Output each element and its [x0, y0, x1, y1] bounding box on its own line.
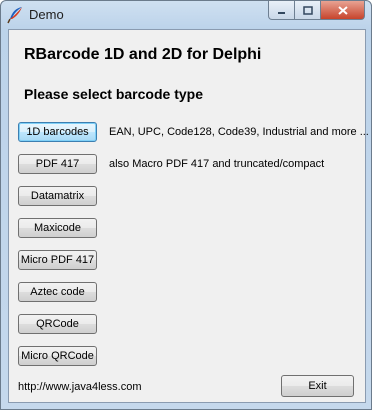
- micro-qrcode-button[interactable]: Micro QRCode: [18, 346, 97, 366]
- close-button[interactable]: [321, 1, 365, 20]
- title-bar[interactable]: Demo: [1, 1, 371, 29]
- 1d-barcodes-description: EAN, UPC, Code128, Code39, Industrial an…: [109, 126, 369, 138]
- page-title: RBarcode 1D and 2D for Delphi: [24, 46, 262, 63]
- minimize-icon: [278, 11, 285, 14]
- website-link[interactable]: http://www.java4less.com: [18, 381, 142, 393]
- close-icon: [337, 5, 348, 15]
- 1d-barcodes-button[interactable]: 1D barcodes: [18, 122, 97, 142]
- app-window: Demo RBarcode 1D and 2D for Delphi Pleas…: [0, 0, 372, 410]
- minimize-button[interactable]: [268, 1, 295, 20]
- client-area: RBarcode 1D and 2D for Delphi Please sel…: [8, 29, 369, 403]
- window-title: Demo: [29, 7, 64, 22]
- aztec-code-button[interactable]: Aztec code: [18, 282, 97, 302]
- pdf417-button[interactable]: PDF 417: [18, 154, 97, 174]
- pdf417-description: also Macro PDF 417 and truncated/compact: [109, 158, 325, 170]
- maximize-icon: [302, 5, 313, 15]
- maximize-button[interactable]: [295, 1, 321, 20]
- exit-button[interactable]: Exit: [281, 375, 354, 397]
- instruction-text: Please select barcode type: [24, 86, 203, 102]
- datamatrix-button[interactable]: Datamatrix: [18, 186, 97, 206]
- feather-icon: [7, 7, 22, 24]
- micro-pdf417-button[interactable]: Micro PDF 417: [18, 250, 97, 270]
- maxicode-button[interactable]: Maxicode: [18, 218, 97, 238]
- qrcode-button[interactable]: QRCode: [18, 314, 97, 334]
- window-controls: [268, 1, 365, 21]
